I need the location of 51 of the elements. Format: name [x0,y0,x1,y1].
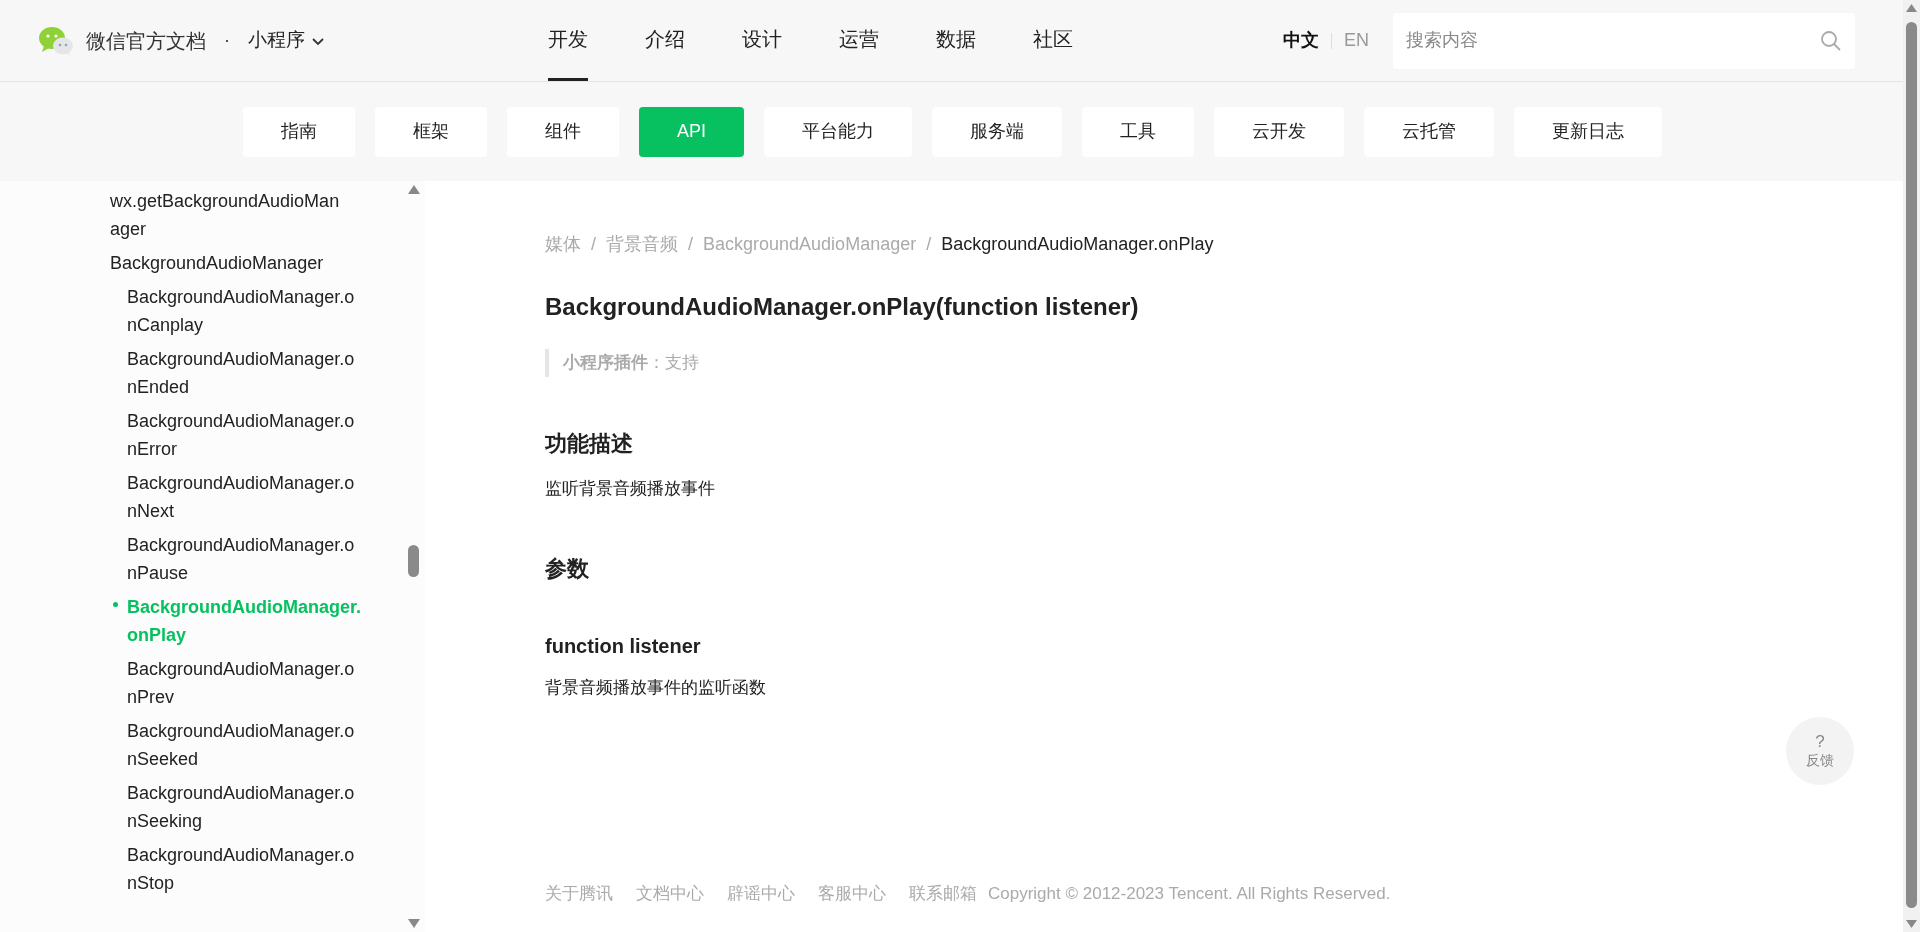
sidebar-item[interactable]: BackgroundAudioManager.onNext [127,466,363,528]
nav-tab[interactable]: 运营 [839,0,879,81]
scroll-up-icon[interactable] [1906,4,1917,12]
section-heading: 功能描述 [545,430,634,458]
scroll-up-icon [408,185,420,194]
nav-tab[interactable]: 数据 [936,0,976,81]
bullet-icon [113,602,118,607]
nav-tab[interactable]: 介绍 [645,0,685,81]
sidebar-item[interactable]: BackgroundAudioManager.onPrev [127,652,363,714]
site-title[interactable]: 微信官方文档 [86,25,206,56]
subnav-tab[interactable]: 平台能力 [764,106,912,157]
subnav-tab[interactable]: 框架 [375,106,487,157]
sidebar-item[interactable]: BackgroundAudioManager.onPause [127,528,363,590]
scroll-down-icon[interactable] [1906,920,1917,928]
product-dropdown[interactable]: 小程序 [248,26,325,55]
section-heading: 参数 [545,554,590,583]
subnav-tab[interactable]: 指南 [243,106,355,157]
scrollbar-thumb[interactable] [1906,22,1917,908]
sidebar-item[interactable]: BackgroundAudioManager.onStop [127,838,363,900]
page-title: BackgroundAudioManager.onPlay(function listener) [545,292,1140,322]
chat-bubbles-logo [38,24,74,57]
param-description: 背景音频播放事件的监听函数 [545,676,767,699]
sidebar-scrollbar [408,545,419,577]
breadcrumb-current: BackgroundAudioManager.onPlay [941,233,1214,256]
subnav-tab[interactable]: 服务端 [932,106,1062,157]
sidebar-item[interactable]: BackgroundAudioManager.onSeeked [127,714,363,776]
search-icon [1820,29,1842,52]
sidebar-item[interactable]: BackgroundAudioManager.onEnded [127,342,363,404]
subnav-tab[interactable]: 更新日志 [1514,106,1662,157]
sidebar-item[interactable]: BackgroundAudioManager.onError [127,404,363,466]
nav-tab[interactable]: 社区 [1033,0,1073,81]
sidebar-item[interactable]: BackgroundAudioManager [110,246,346,280]
copyright-text: Copyright © 2012-2023 Tencent. All Rights Reserved. [988,882,1391,905]
breadcrumb-separator: / [688,233,694,256]
subnav-tab[interactable]: 工具 [1082,106,1194,157]
search-input[interactable]: 搜索内容 [1406,27,1820,54]
subnav-tab[interactable]: 组件 [507,106,619,157]
sidebar-item[interactable]: BackgroundAudioManager.onCanplay [127,280,363,342]
breadcrumb-separator: / [926,233,932,256]
sidebar-item[interactable]: wx.getBackgroundAudioManager [110,184,346,246]
section-text: 监听背景音频播放事件 [545,478,716,500]
subnav-tab[interactable]: 云开发 [1214,106,1344,157]
search-field[interactable]: 搜索内容 [1393,12,1855,69]
sidebar-item[interactable]: BackgroundAudioManager.onSeeking [127,776,363,838]
subnav-tab[interactable]: 云托管 [1364,106,1494,157]
language-option[interactable]: 中文 [1283,27,1319,54]
nav-tab[interactable]: 设计 [742,0,782,81]
scroll-down-icon [408,919,420,928]
breadcrumb-separator: / [591,233,596,256]
separator-dot: · [223,29,231,52]
param-name: function listener [545,633,702,659]
